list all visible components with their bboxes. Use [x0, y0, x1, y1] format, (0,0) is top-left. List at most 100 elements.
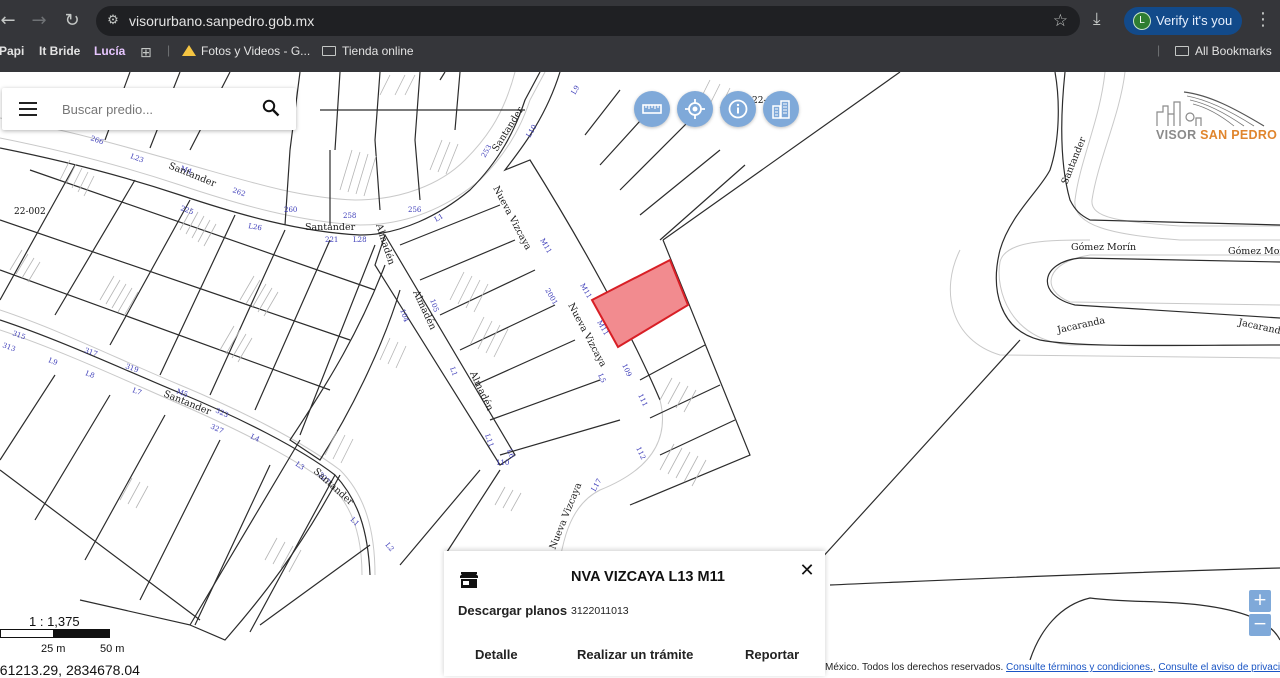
search-icon[interactable] [262, 99, 280, 117]
bookmark-papi[interactable]: Papi [0, 44, 24, 58]
lot-number: L6 [505, 448, 516, 460]
building-hatch [379, 74, 416, 96]
building-hatch [429, 139, 459, 175]
bookmark-it-bride[interactable]: It Bride [39, 44, 80, 58]
road-edge [529, 159, 663, 601]
verify-button[interactable]: L Verify it's you [1124, 7, 1242, 35]
block-label: 22-002 [14, 207, 46, 217]
locate-icon [685, 99, 705, 119]
all-bookmarks-label: All Bookmarks [1195, 44, 1272, 58]
folder-icon [322, 46, 336, 56]
lot-number: L28 [353, 236, 367, 244]
lot-boundary [1046, 257, 1280, 319]
lot-number: L26 [248, 222, 263, 232]
building-hatch [494, 486, 522, 512]
logo-mark [1156, 91, 1265, 127]
lot-number: M11 [538, 237, 553, 255]
buildings-button[interactable] [763, 91, 799, 127]
street-label: Santander [1060, 135, 1089, 186]
lot-boundary [289, 72, 461, 151]
cadastral-code: 3122011013 [571, 605, 629, 617]
detail-button[interactable]: Detalle [475, 647, 518, 662]
lot-number: 258 [343, 212, 356, 220]
lot-number: 110 [496, 459, 509, 467]
bookmark-divider: | [1157, 43, 1161, 57]
report-button[interactable]: Reportar [745, 647, 799, 662]
logo-text-san-pedro: SAN PEDRO [1200, 128, 1278, 142]
url-text[interactable]: visorurbano.sanpedro.gob.mx [129, 13, 314, 29]
apps-grid-icon[interactable]: ⊞ [140, 45, 152, 61]
privacy-link[interactable]: Consulte el aviso de privacidad. [1158, 662, 1280, 673]
reload-icon[interactable]: ↻ [60, 9, 84, 33]
street-label: Santander [311, 466, 356, 508]
lot-number: L5 [596, 372, 607, 384]
bookmark-fotos[interactable]: Fotos y Videos - G... [182, 44, 310, 58]
measure-button[interactable] [634, 91, 670, 127]
road-edge [1050, 254, 1280, 306]
building-hatch [469, 316, 509, 358]
bookmark-star-icon[interactable]: ☆ [1053, 11, 1068, 31]
zoom-in-button[interactable]: + [1249, 590, 1271, 612]
building-hatch [239, 275, 279, 317]
procedure-button[interactable]: Realizar un trámite [577, 647, 693, 662]
logo-text-visor: VISOR [1156, 128, 1201, 142]
forward-icon[interactable]: → [27, 9, 51, 33]
browser-menu-icon[interactable]: ⋮ [1254, 9, 1272, 30]
lot-number: 327 [209, 423, 225, 436]
lot-number: 109 [620, 362, 633, 378]
street-label: Santander [167, 161, 218, 190]
close-icon[interactable]: ✕ [798, 562, 816, 580]
lot-number: L23 [129, 152, 144, 164]
building-hatch [99, 275, 139, 317]
scale-ratio: 1 : 1,375 [29, 614, 80, 629]
scale-tick-25: 25 m [41, 643, 66, 655]
verify-label: Verify it's you [1156, 13, 1233, 28]
lot-number: 260 [284, 206, 297, 214]
lot-number: 266 [89, 134, 105, 146]
download-icon[interactable]: ⤓ [1093, 9, 1101, 29]
lot-number: 319 [124, 362, 139, 374]
lot-number: L2 [383, 541, 395, 553]
lot-number: L17 [590, 477, 604, 493]
building-hatch [324, 430, 354, 464]
lot-boundary [1029, 597, 1280, 661]
bookmark-divider: | [167, 43, 171, 57]
all-bookmarks[interactable]: All Bookmarks [1175, 44, 1272, 58]
building-hatch [659, 377, 697, 413]
lot-number: 323 [214, 407, 230, 420]
lot-number: 256 [408, 206, 422, 214]
locate-button[interactable] [677, 91, 713, 127]
street-label: Nueva Vizcaya [548, 481, 585, 551]
parcel-title: NVA VIZCAYA L13 M11 [571, 569, 725, 585]
lot-boundary [819, 339, 1021, 561]
info-button[interactable] [720, 91, 756, 127]
site-settings-icon[interactable]: ⚙ [104, 12, 122, 30]
lot-number: L7 [131, 386, 142, 397]
street-label: Nueva Vizcaya [490, 184, 533, 252]
info-icon [728, 99, 748, 119]
lot-number: 111 [636, 392, 649, 408]
back-icon[interactable]: ← [0, 9, 20, 33]
drive-icon [182, 45, 196, 56]
zoom-out-button[interactable]: − [1249, 614, 1271, 636]
menu-icon[interactable] [19, 102, 37, 116]
search-input[interactable] [62, 98, 252, 120]
bookmark-fotos-label: Fotos y Videos - G... [201, 44, 311, 58]
bookmark-tienda[interactable]: Tienda online [322, 44, 414, 58]
lot-number: L9 [570, 84, 581, 96]
address-bar[interactable]: ⚙ visorurbano.sanpedro.gob.mx ☆ [96, 6, 1080, 36]
street-label: Jacaranda [1236, 317, 1280, 338]
visor-logo: VISOR SAN PEDRO [1154, 90, 1277, 146]
buildings-icon [772, 100, 790, 119]
terms-link[interactable]: Consulte términos y condiciones. [1006, 662, 1153, 673]
road-edge [0, 309, 376, 576]
bookmark-lucia[interactable]: Lucía [94, 44, 125, 58]
lot-boundary [829, 567, 1280, 586]
street-label: Santander [305, 222, 356, 233]
building-hatch [119, 477, 149, 509]
lot-number: 2001 [543, 287, 559, 306]
browser-toolbar: ← → ↻ ⚙ visorurbano.sanpedro.gob.mx ☆ ⤓ … [0, 0, 1280, 72]
lot-number: L9 [47, 356, 58, 367]
download-plans-link[interactable]: Descargar planos [458, 603, 567, 618]
building-hatch [659, 443, 707, 487]
